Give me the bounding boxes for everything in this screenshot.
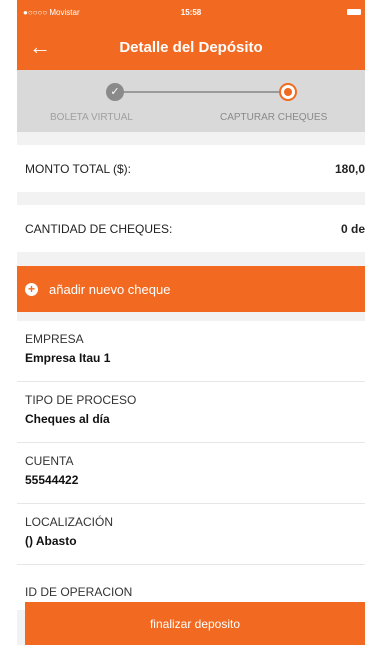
status-bar: ●○○○○ Movistar 15:58 (17, 0, 365, 24)
step-label-capturar[interactable]: CAPTURAR CHEQUES (220, 112, 327, 123)
detail-key: LOCALIZACIÓN (25, 515, 114, 529)
cantidad-cheques-label: CANTIDAD DE CHEQUES: (25, 221, 173, 236)
add-cheque-button[interactable]: + añadir nuevo cheque (17, 266, 365, 312)
detail-value: Empresa Itau 1 (25, 351, 111, 365)
progress-stepper: ✓ BOLETA VIRTUAL CAPTURAR CHEQUES (17, 70, 365, 132)
header-bar: ← Detalle del Depósito (17, 24, 365, 70)
current-step-icon (279, 83, 297, 101)
detail-key: ID DE OPERACION (25, 585, 133, 599)
detail-empresa: EMPRESA Empresa Itau 1 (17, 321, 365, 382)
cantidad-cheques-row: CANTIDAD DE CHEQUES: 0 de (17, 205, 365, 252)
detail-localizacion: LOCALIZACIÓN () Abasto (17, 504, 365, 565)
plus-circle-icon: + (25, 282, 38, 296)
detail-key: TIPO DE PROCESO (25, 393, 137, 407)
detail-tipo-proceso: TIPO DE PROCESO Cheques al día (17, 382, 365, 443)
add-cheque-label: añadir nuevo cheque (49, 281, 171, 297)
stepper-connector (113, 91, 289, 93)
page-title: Detalle del Depósito (119, 38, 263, 56)
finalize-deposit-button[interactable]: finalizar deposito (25, 602, 365, 645)
deposit-details-list: EMPRESA Empresa Itau 1 TIPO DE PROCESO C… (17, 321, 365, 610)
detail-value: 55544422 (25, 473, 79, 487)
detail-key: EMPRESA (25, 332, 84, 346)
cantidad-cheques-value: 0 de (340, 221, 365, 236)
phone-screen: ●○○○○ Movistar 15:58 ← Detalle del Depós… (17, 0, 365, 645)
detail-value: () Abasto (25, 534, 77, 548)
check-icon: ✓ (106, 83, 124, 101)
step-label-boleta[interactable]: BOLETA VIRTUAL (50, 112, 133, 123)
arrow-left-icon[interactable]: ← (29, 34, 51, 60)
monto-total-label: MONTO TOTAL ($): (25, 161, 132, 176)
detail-cuenta: CUENTA 55544422 (17, 443, 365, 504)
detail-key: CUENTA (25, 454, 74, 468)
battery-icon (347, 9, 361, 15)
detail-value: Cheques al día (25, 412, 110, 426)
monto-total-value: 180,0 (334, 161, 365, 176)
status-time: 15:58 (180, 7, 202, 17)
monto-total-row: MONTO TOTAL ($): 180,0 (17, 145, 365, 192)
